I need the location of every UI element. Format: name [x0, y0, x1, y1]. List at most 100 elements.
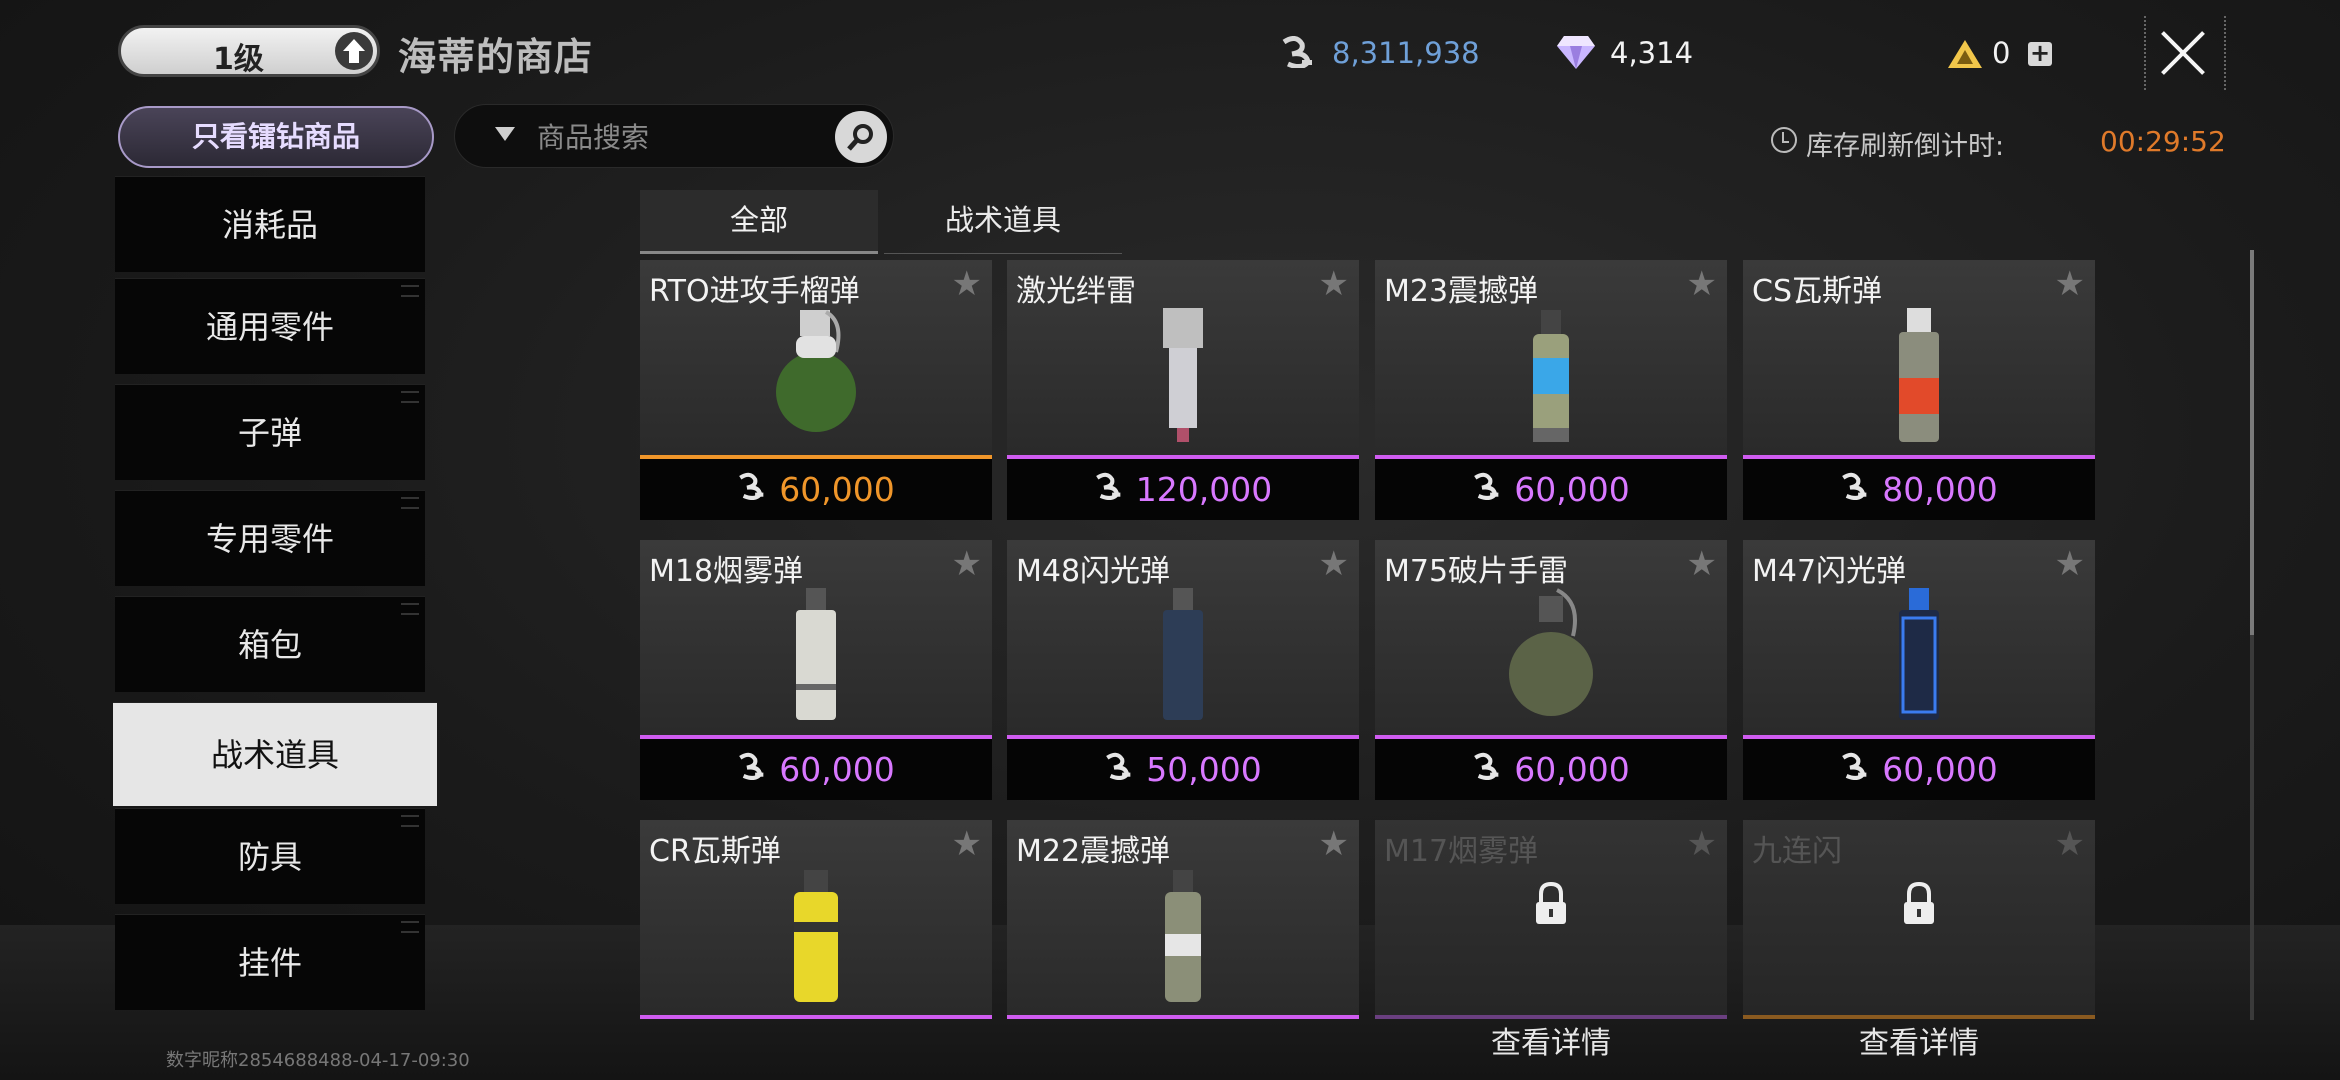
- clock-icon: [1771, 127, 1797, 153]
- scrollbar-thumb[interactable]: [2250, 250, 2254, 635]
- item-price: 60,000: [779, 750, 895, 789]
- sidebar-item-label: 通用零件: [205, 308, 334, 346]
- grip-icon: [401, 497, 419, 509]
- item-card[interactable]: M47闪光弹 ★ 60,000: [1743, 540, 2095, 800]
- favorite-star-icon[interactable]: ★: [2055, 544, 2085, 584]
- price-row: 60,000: [1375, 739, 1727, 800]
- search-input[interactable]: [535, 115, 819, 159]
- lock-icon: [1533, 881, 1569, 930]
- item-card[interactable]: M22震撼弹 ★: [1007, 820, 1359, 1020]
- add-token-button[interactable]: +: [2028, 41, 2052, 66]
- stun-grenade-icon: [1501, 302, 1601, 456]
- item-card[interactable]: CS瓦斯弹 ★ 80,000: [1743, 260, 2095, 520]
- item-image-area: M48闪光弹 ★: [1007, 540, 1359, 735]
- sidebar-item-ammo[interactable]: 子弹: [115, 384, 425, 480]
- favorite-star-icon[interactable]: ★: [952, 264, 982, 304]
- sidebar-item-special-parts[interactable]: 专用零件: [115, 490, 425, 586]
- item-name: RTO进攻手榴弹: [649, 274, 860, 309]
- money-icon: [1472, 738, 1500, 800]
- favorite-star-icon[interactable]: ★: [1687, 544, 1717, 584]
- close-icon[interactable]: [2150, 20, 2216, 86]
- favorite-star-icon[interactable]: ★: [952, 544, 982, 584]
- dropdown-arrow-icon[interactable]: [495, 127, 515, 141]
- favorite-star-icon[interactable]: ★: [2055, 264, 2085, 304]
- frag-grenade-icon: [1501, 582, 1601, 736]
- tab-tactical[interactable]: 战术道具: [884, 190, 1122, 254]
- sidebar-item-label: 子弹: [237, 414, 302, 452]
- tab-all[interactable]: 全部: [640, 190, 878, 254]
- item-card-locked[interactable]: M17烟雾弹 ★ 查看详情: [1375, 820, 1727, 1061]
- favorite-star-icon[interactable]: ★: [952, 824, 982, 864]
- sidebar-item-label: 消耗品: [221, 206, 318, 244]
- item-image-area: CR瓦斯弹 ★: [640, 820, 992, 1015]
- money-icon: [737, 458, 765, 520]
- item-card[interactable]: M48闪光弹 ★ 50,000: [1007, 540, 1359, 800]
- sidebar-item-tactical[interactable]: 战术道具: [113, 702, 437, 806]
- sidebar-item-label: 箱包: [237, 626, 302, 664]
- sidebar-item-pendants[interactable]: 挂件: [115, 914, 425, 1010]
- sidebar-item-bags[interactable]: 箱包: [115, 596, 425, 692]
- player-id-watermark: 数字昵称2854688488-04-17-09:30: [166, 1050, 470, 1071]
- item-image-area: RTO进攻手榴弹 ★: [640, 260, 992, 455]
- price-row: 80,000: [1743, 459, 2095, 520]
- item-name: M22震撼弹: [1016, 834, 1171, 869]
- smoke-grenade-icon: [766, 582, 866, 736]
- refresh-countdown-time: 00:29:52: [2100, 125, 2226, 158]
- item-name: CR瓦斯弹: [649, 834, 781, 869]
- item-image-area: M17烟雾弹 ★ 查看详情: [1375, 820, 1727, 1061]
- favorite-star-icon[interactable]: ★: [1687, 824, 1717, 864]
- money-icon: [1104, 738, 1132, 800]
- item-image-area: CS瓦斯弹 ★: [1743, 260, 2095, 455]
- laser-tripwire-icon: [1133, 302, 1233, 456]
- item-card-locked[interactable]: 九连闪 ★ 查看详情: [1743, 820, 2095, 1061]
- item-card[interactable]: M75破片手雷 ★ 60,000: [1375, 540, 1727, 800]
- item-price: 60,000: [779, 470, 895, 509]
- item-image-area: M22震撼弹 ★: [1007, 820, 1359, 1015]
- triangle-token-icon: [1946, 38, 1984, 70]
- price-row: 60,000: [640, 739, 992, 800]
- flashbang-icon: [1869, 582, 1969, 736]
- item-name: 九连闪: [1752, 834, 1842, 869]
- level-up-icon[interactable]: [335, 32, 373, 70]
- favorite-star-icon[interactable]: ★: [1319, 544, 1349, 584]
- view-details-button[interactable]: 查看详情: [1743, 1018, 2095, 1062]
- view-details-button[interactable]: 查看详情: [1375, 1018, 1727, 1062]
- stun-grenade-icon: [1133, 862, 1233, 1016]
- item-card[interactable]: 激光绊雷 ★ 120,000: [1007, 260, 1359, 520]
- grip-icon: [401, 921, 419, 933]
- item-card[interactable]: M23震撼弹 ★ 60,000: [1375, 260, 1727, 520]
- item-name: M75破片手雷: [1384, 554, 1569, 589]
- level-badge[interactable]: 1级: [118, 25, 380, 77]
- item-card[interactable]: CR瓦斯弹 ★: [640, 820, 992, 1020]
- item-price: 60,000: [1514, 750, 1630, 789]
- search-icon[interactable]: [835, 111, 887, 163]
- money-icon: [1280, 36, 1314, 68]
- price-row: 60,000: [1375, 459, 1727, 520]
- search-bar: [454, 104, 894, 168]
- item-card[interactable]: RTO进攻手榴弹 ★ 60,000: [640, 260, 992, 520]
- diamond-only-filter-button[interactable]: 只看镭钻商品: [118, 106, 434, 168]
- sidebar-item-common-parts[interactable]: 通用零件: [115, 278, 425, 374]
- item-image-area: M23震撼弹 ★: [1375, 260, 1727, 455]
- money-icon: [1472, 458, 1500, 520]
- item-name: M23震撼弹: [1384, 274, 1539, 309]
- gas-grenade-icon: [1869, 302, 1969, 456]
- grip-icon: [401, 285, 419, 297]
- item-image-area: M47闪光弹 ★: [1743, 540, 2095, 735]
- favorite-star-icon[interactable]: ★: [1319, 264, 1349, 304]
- price-row: 60,000: [1743, 739, 2095, 800]
- item-card[interactable]: M18烟雾弹 ★ 60,000: [640, 540, 992, 800]
- sidebar-item-consumables[interactable]: 消耗品: [115, 176, 425, 272]
- favorite-star-icon[interactable]: ★: [2055, 824, 2085, 864]
- diamond-icon: [1556, 34, 1596, 70]
- favorite-star-icon[interactable]: ★: [1687, 264, 1717, 304]
- item-price: 120,000: [1135, 470, 1273, 509]
- price-row: 120,000: [1007, 459, 1359, 520]
- item-name: M18烟雾弹: [649, 554, 804, 589]
- diamond-amount: 4,314: [1610, 36, 1694, 70]
- level-label: 1级: [213, 42, 264, 77]
- refresh-countdown-label: 库存刷新倒计时:: [1806, 131, 2005, 162]
- favorite-star-icon[interactable]: ★: [1319, 824, 1349, 864]
- sidebar-item-armor[interactable]: 防具: [115, 808, 425, 904]
- item-grid-scrollbar[interactable]: [2250, 250, 2254, 1020]
